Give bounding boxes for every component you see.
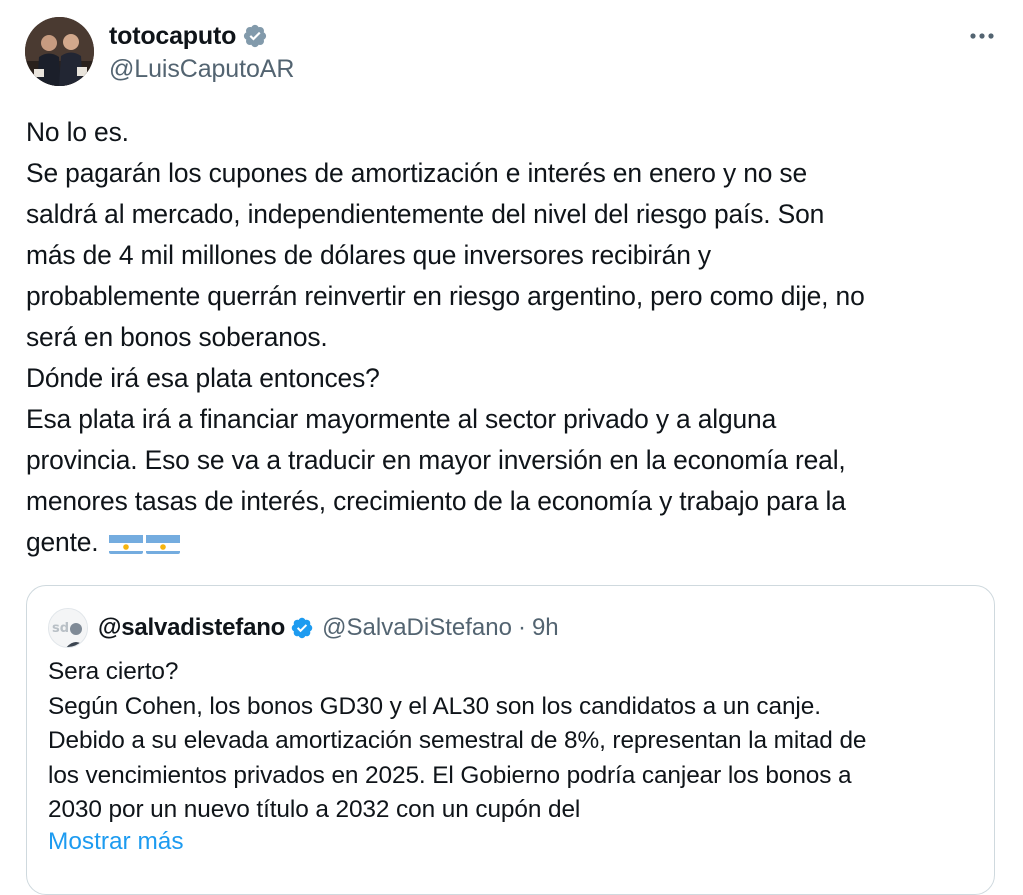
quote-line: 2030 por un nuevo título a 2032 con un c… (48, 796, 581, 823)
verified-badge-icon[interactable] (242, 23, 268, 49)
tweet-line: probablemente querrán reinvertir en ries… (26, 281, 865, 311)
quoted-tweet-card[interactable]: sd @salvadistefano @SalvaDiStefano · 9h … (26, 585, 995, 895)
display-name-row: totocaputo (109, 19, 294, 53)
quoted-author-handle[interactable]: @SalvaDiStefano (322, 614, 512, 642)
quoted-tweet-header: sd @salvadistefano @SalvaDiStefano · 9h (48, 608, 559, 648)
quote-line: Según Cohen, los bonos GD30 y el AL30 so… (48, 692, 821, 720)
tweet-line: Se pagarán los cupones de amortización e… (26, 158, 808, 188)
tweet-line: Esa plata irá a financiar mayormente al … (26, 404, 777, 434)
ellipsis-icon (970, 33, 994, 39)
tweet-line: provincia. Eso se va a traducir en mayor… (26, 445, 846, 475)
quote-line: los vencimientos privados en 2025. El Go… (48, 761, 852, 789)
author-display-name[interactable]: totocaputo (109, 22, 236, 51)
tweet-line: saldrá al mercado, independientemente de… (26, 199, 825, 229)
argentina-flag-icon (145, 530, 180, 554)
quoted-author-avatar[interactable]: sd (48, 608, 88, 648)
separator-dot: · (517, 614, 526, 641)
tweet: totocaputo @LuisCaputoAR No lo es. Se pa… (0, 0, 1023, 895)
tweet-last-line: gente. (26, 522, 1001, 563)
tweet-line: No lo es. (26, 117, 129, 147)
quoted-tweet-text: Sera cierto? Según Cohen, los bonos GD30… (48, 655, 978, 828)
author-handle[interactable]: @LuisCaputoAR (109, 55, 294, 84)
quoted-author-display-name[interactable]: @salvadistefano (98, 614, 285, 642)
quote-line: Sera cierto? (48, 658, 179, 685)
show-more-link[interactable]: Mostrar más (48, 828, 184, 856)
quoted-tweet-timestamp[interactable]: 9h (532, 614, 559, 642)
tweet-line: será en bonos soberanos. (26, 322, 328, 352)
tweet-line: menores tasas de interés, crecimiento de… (26, 486, 846, 516)
tweet-text: No lo es. Se pagarán los cupones de amor… (26, 112, 1001, 563)
tweet-line: gente. (26, 527, 99, 557)
argentina-flag-icon (108, 530, 143, 554)
svg-text:sd: sd (52, 621, 69, 636)
tweet-line: más de 4 mil millones de dólares que inv… (26, 240, 711, 270)
verified-badge-icon (290, 616, 314, 640)
tweet-line: Dónde irá esa plata entonces? (26, 363, 380, 393)
more-options-button[interactable] (967, 24, 997, 48)
quote-line: Debido a su elevada amortización semestr… (48, 727, 867, 754)
author-block: totocaputo @LuisCaputoAR (109, 19, 294, 84)
author-avatar[interactable] (25, 17, 94, 86)
